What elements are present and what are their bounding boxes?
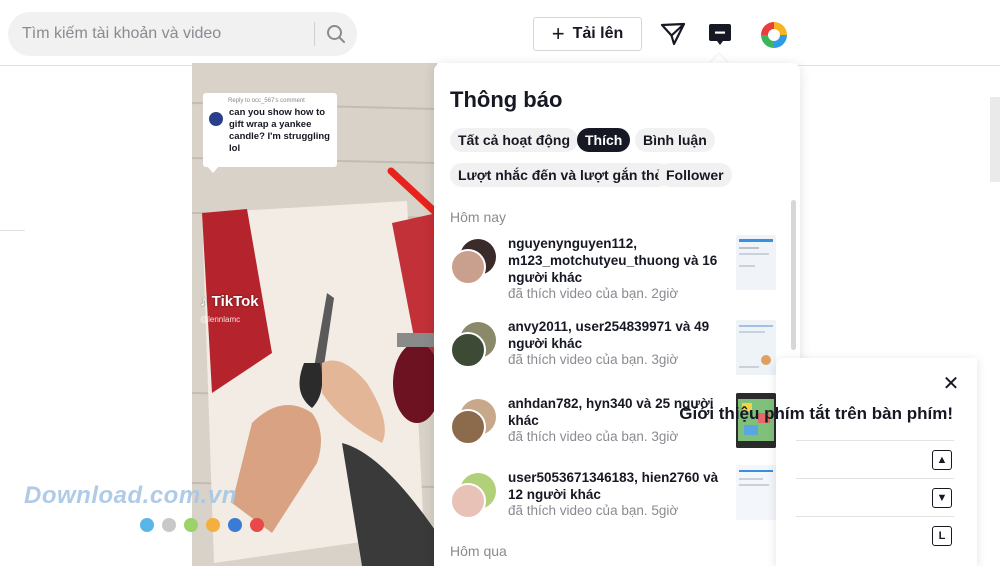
filter-likes[interactable]: Thích (577, 128, 631, 152)
shortcuts-title: Giới thiệu phím tắt trên bàn phím! (679, 404, 953, 423)
profile-avatar[interactable] (757, 18, 791, 52)
tiktok-brand: TikTok (211, 293, 259, 310)
notification-item[interactable]: anvy2011, user254839971 và 49 người khác… (434, 318, 800, 388)
avatar-stack (450, 322, 496, 368)
avatar (450, 409, 486, 445)
video-username: @lennlamc (200, 315, 241, 324)
watermark-dots (140, 518, 264, 532)
thumbnail-image (736, 320, 776, 375)
watermark-dot (162, 518, 176, 532)
inbox-icon (709, 24, 731, 45)
panel-scrollbar[interactable] (791, 200, 796, 350)
notification-text: user5053671346183, hien2760 và 12 người … (508, 470, 719, 502)
watermark-dot (228, 518, 242, 532)
upload-label: Tải lên (572, 25, 624, 42)
notification-meta: đã thích video của bạn. 3giờ (508, 352, 679, 367)
tiktok-note-icon: ♪ (200, 293, 208, 310)
notification-item[interactable]: user5053671346183, hien2760 và 12 người … (434, 465, 800, 539)
messages-button[interactable] (660, 21, 686, 47)
avatar (450, 332, 486, 368)
notification-meta: đã thích video của bạn. 5giờ (508, 503, 679, 518)
reply-to-label: Reply to occ_567's comment (228, 98, 305, 104)
avatar (450, 483, 486, 519)
arrow-down-key-icon: ▼ (932, 488, 952, 508)
page-scrollbar[interactable] (990, 97, 1000, 182)
avatar-logo-icon (758, 19, 790, 51)
thumbnail-image (736, 235, 776, 290)
top-bar: + Tải lên (0, 0, 1000, 66)
comment-reply-card: Reply to occ_567's comment can you show … (203, 93, 337, 173)
send-icon (660, 22, 686, 46)
tiktok-watermark: ♪ TikTok (200, 293, 259, 310)
video-thumbnail[interactable] (736, 465, 776, 520)
thumbnail-image (736, 465, 776, 520)
close-icon[interactable]: ✕ (941, 374, 961, 394)
comment-text: can you show how to gift wrap a yankee c… (229, 107, 330, 154)
commenter-avatar (209, 112, 223, 126)
search-button[interactable] (322, 22, 350, 46)
notification-meta: đã thích video của bạn. 3giờ (508, 429, 679, 444)
avatar-stack (450, 239, 496, 285)
search-input[interactable] (22, 12, 308, 56)
notification-text: nguyenynguyen112, m123_motchutyeu_thuong… (508, 236, 718, 285)
search-icon (327, 25, 345, 43)
filter-followers[interactable]: Follower (658, 163, 732, 187)
filter-comments[interactable]: Bình luận (635, 128, 715, 152)
notification-item[interactable]: nguyenynguyen112, m123_motchutyeu_thuong… (434, 235, 800, 305)
search-divider (314, 22, 315, 46)
section-yesterday: Hôm qua (450, 543, 507, 559)
notification-text: anvy2011, user254839971 và 49 người khác (508, 319, 710, 351)
plus-icon: + (551, 21, 565, 46)
upload-button[interactable]: + Tải lên (533, 17, 642, 51)
arrow-up-key-icon: ▲ (932, 450, 952, 470)
avatar-stack (450, 473, 496, 519)
shortcut-row: ▼ (796, 478, 954, 516)
shortcut-row: L (796, 516, 954, 554)
divider (0, 230, 25, 231)
watermark-dot (184, 518, 198, 532)
notifications-panel: Thông báo Tất cả hoạt động Thích Bình lu… (434, 63, 800, 566)
download-watermark: Download.com.vn (24, 482, 237, 509)
keyboard-shortcuts-card: ✕ Giới thiệu phím tắt trên bàn phím! ▲ ▼… (679, 358, 977, 566)
watermark-dot (250, 518, 264, 532)
video-thumbnail[interactable] (736, 320, 776, 375)
section-today: Hôm nay (450, 209, 507, 225)
filter-mentions-tags[interactable]: Lượt nhắc đến và lượt gắn thẻ (450, 163, 671, 187)
watermark-dot (206, 518, 220, 532)
filter-all-activity[interactable]: Tất cả hoạt động (450, 128, 578, 152)
l-key-icon: L (932, 526, 952, 546)
shortcut-row: ▲ (796, 440, 954, 478)
notification-meta: đã thích video của bạn. 2giờ (508, 286, 679, 301)
panel-title: Thông báo (450, 87, 563, 112)
avatar (450, 249, 486, 285)
avatar-stack (450, 399, 496, 445)
watermark-dot (140, 518, 154, 532)
inbox-button[interactable] (707, 21, 733, 47)
search-bar (8, 12, 357, 56)
video-thumbnail[interactable] (736, 235, 776, 290)
